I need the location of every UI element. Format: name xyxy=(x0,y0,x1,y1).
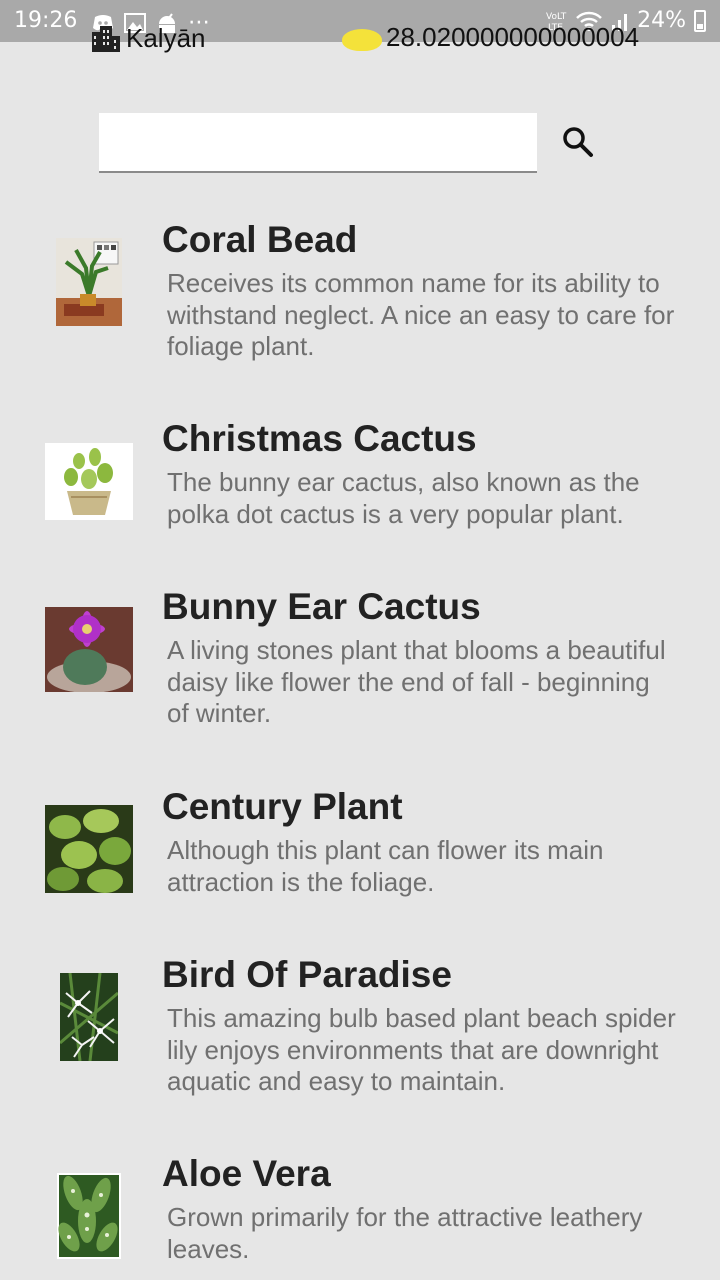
location-name: Kalyān xyxy=(126,22,206,53)
temperature: 28.020000000000004 xyxy=(386,22,640,52)
plant-thumbnail xyxy=(45,805,133,893)
location: Kalyān xyxy=(90,22,206,54)
plant-name: Bunny Ear Cactus xyxy=(162,586,481,627)
plant-name: Christmas Cactus xyxy=(162,418,477,459)
plant-description: A living stones plant that blooms a beau… xyxy=(167,635,666,728)
plant-name: Aloe Vera xyxy=(162,1153,331,1194)
search-input[interactable] xyxy=(99,113,537,173)
plant-name: Century Plant xyxy=(162,786,403,827)
search-icon xyxy=(563,127,593,157)
plant-thumbnail xyxy=(60,973,118,1061)
svg-text:VoLTE: VoLTE xyxy=(546,12,567,22)
plant-description: The bunny ear cactus, also known as the … xyxy=(167,467,640,529)
status-time: 19:26 xyxy=(14,8,78,33)
plant-thumbnail xyxy=(56,238,122,326)
plant-thumbnail xyxy=(45,443,133,520)
cloud-icon xyxy=(340,23,384,53)
plant-description: Grown primarily for the attractive leath… xyxy=(167,1202,643,1264)
plant-thumbnail xyxy=(45,607,133,692)
weather: 28.020000000000004 xyxy=(340,22,639,53)
search-button[interactable] xyxy=(558,122,598,162)
city-icon xyxy=(92,26,120,52)
plant-thumbnail xyxy=(57,1173,121,1259)
plant-description: Although this plant can flower its main … xyxy=(167,835,604,897)
plant-name: Coral Bead xyxy=(162,219,358,260)
battery-icon xyxy=(694,9,706,32)
plant-description: Receives its common name for its ability… xyxy=(167,268,675,361)
plant-description: This amazing bulb based plant beach spid… xyxy=(167,1003,676,1096)
plant-name: Bird Of Paradise xyxy=(162,954,452,995)
battery-percent: 24% xyxy=(637,8,686,33)
